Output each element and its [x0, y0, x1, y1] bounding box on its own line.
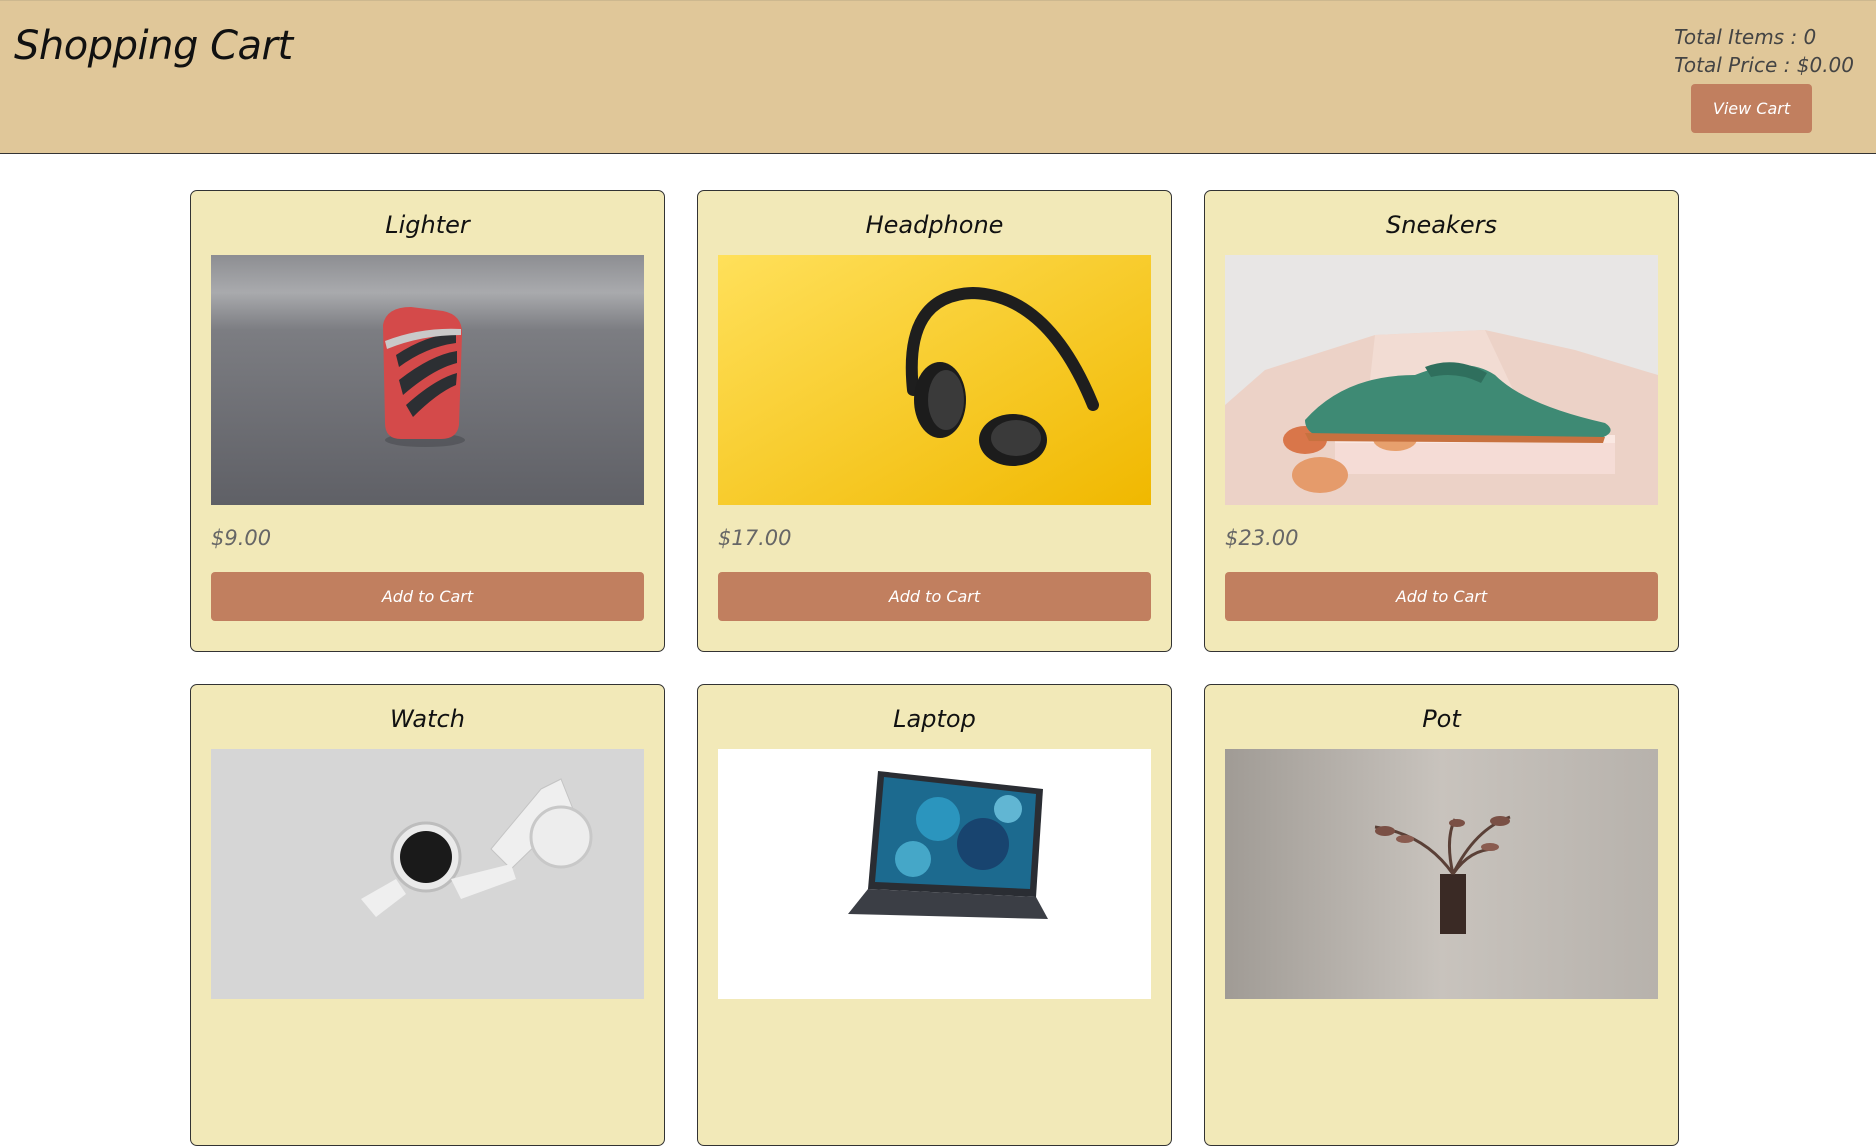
product-name: Pot	[1422, 705, 1461, 733]
product-card: Sneakers $23.00 Add to Cart	[1204, 190, 1679, 652]
product-name: Watch	[390, 705, 465, 733]
product-card: Headphone $17.00 Add to Cart	[697, 190, 1172, 652]
product-image	[1225, 749, 1658, 999]
add-to-cart-button[interactable]: Add to Cart	[718, 572, 1151, 621]
view-cart-button[interactable]: View Cart	[1691, 84, 1812, 133]
total-items: Total Items : 0	[1674, 25, 1817, 49]
product-name: Sneakers	[1386, 211, 1497, 239]
product-card: Pot	[1204, 684, 1679, 1146]
product-price: $23.00	[1225, 526, 1299, 550]
page-title: Shopping Cart	[14, 23, 293, 69]
product-name: Headphone	[865, 211, 1004, 239]
green-shoe-photo	[1225, 255, 1658, 505]
product-image	[718, 255, 1151, 505]
product-image	[211, 749, 644, 999]
cart-summary: Total Items : 0 Total Price : $0.00	[1674, 23, 1854, 79]
headphones-photo	[718, 255, 1151, 505]
total-price: Total Price : $0.00	[1674, 53, 1854, 77]
product-card: Lighter $9.00 Add to Cart	[190, 190, 665, 652]
red-lighter-photo	[211, 255, 644, 505]
laptop-photo	[718, 749, 1151, 999]
product-card: Laptop	[697, 684, 1172, 1146]
product-image	[211, 255, 644, 505]
add-to-cart-button[interactable]: Add to Cart	[1225, 572, 1658, 621]
product-name: Lighter	[385, 211, 470, 239]
product-grid: Lighter $9.00 Add to Cart Headphone $17.…	[190, 190, 1679, 1146]
product-price: $9.00	[211, 526, 272, 550]
product-image	[1225, 255, 1658, 505]
product-name: Laptop	[893, 705, 976, 733]
product-card: Watch	[190, 684, 665, 1146]
plant-pot-photo	[1225, 749, 1658, 999]
top-bar: Shopping Cart Total Items : 0 Total Pric…	[0, 0, 1876, 154]
white-watch-photo	[211, 749, 644, 999]
product-price: $17.00	[718, 526, 792, 550]
add-to-cart-button[interactable]: Add to Cart	[211, 572, 644, 621]
product-image	[718, 749, 1151, 999]
